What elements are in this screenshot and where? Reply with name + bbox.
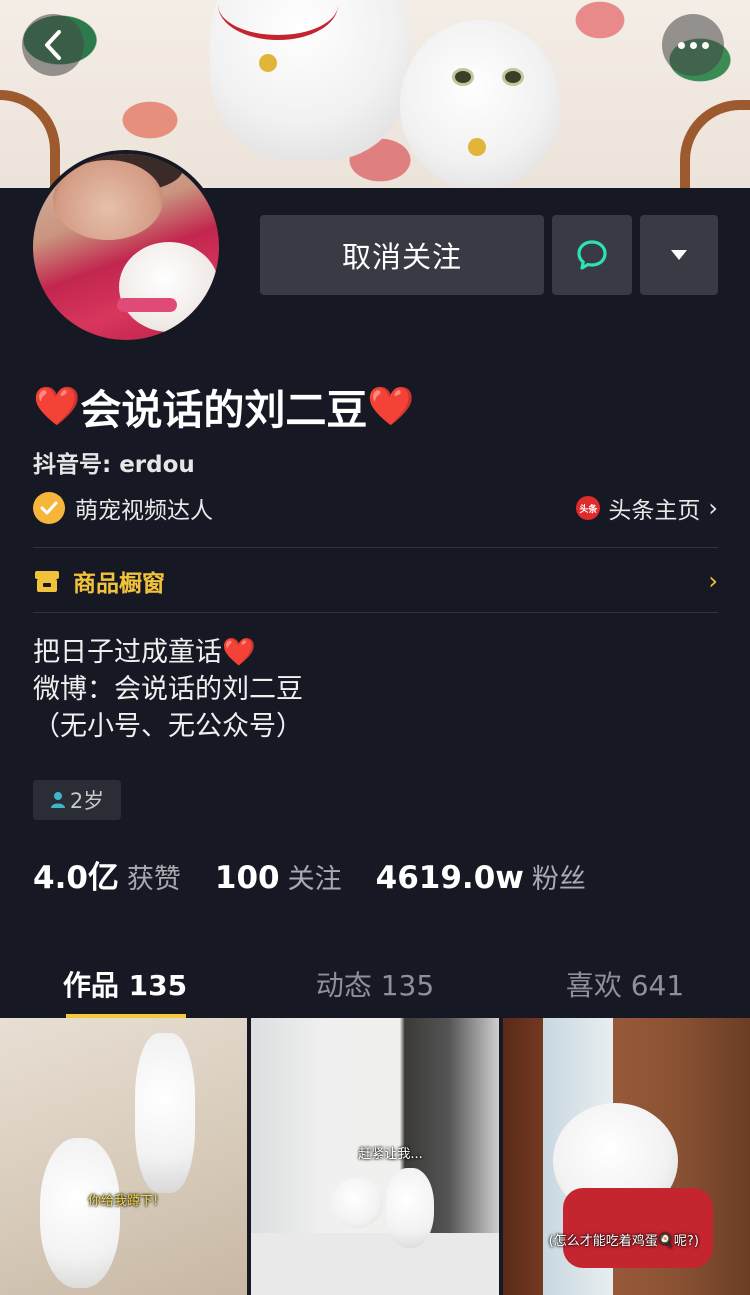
more-dots-icon: [677, 41, 709, 49]
shop-icon: [35, 571, 59, 592]
heart-icon: ❤️: [33, 384, 81, 428]
thumb-cat: [386, 1168, 435, 1248]
stat-label: 关注: [287, 864, 342, 895]
banner-cat-eye: [452, 68, 474, 86]
video-thumbnail[interactable]: 赶紧让我...: [251, 1018, 499, 1295]
verified-check-icon: [33, 492, 65, 524]
stat-following[interactable]: 100 关注: [215, 857, 342, 896]
shop-window-label: 商品橱窗: [73, 571, 165, 597]
chevron-right-icon: ›: [708, 494, 718, 522]
stat-number: 100: [214, 860, 280, 896]
bio: 把日子过成童话❤️ 微博：会说话的刘二豆 （无小号、无公众号）: [33, 634, 303, 745]
avatar-image: [33, 154, 219, 340]
thumb-cat: [331, 1178, 384, 1228]
video-caption: 你给我蹲下!: [88, 1194, 159, 1209]
stat-likes[interactable]: 4.0亿 获赞: [33, 852, 181, 897]
more-button[interactable]: [662, 14, 724, 76]
verified-badge: 萌宠视频达人: [33, 491, 213, 525]
toutiao-homepage-link[interactable]: 头条 头条主页 ›: [576, 491, 718, 525]
triangle-down-icon: [671, 250, 687, 260]
shop-window-row[interactable]: 商品橱窗 ›: [33, 558, 718, 604]
tab-works[interactable]: 作品 135: [0, 950, 250, 1018]
badge-row: 萌宠视频达人 头条 头条主页 ›: [33, 489, 718, 527]
thumb-cat: [40, 1138, 120, 1288]
divider: [33, 612, 718, 613]
stat-number: 4.0亿: [33, 860, 119, 896]
age-label: 2岁: [69, 789, 105, 813]
banner-cat-right: [400, 20, 560, 188]
divider: [33, 547, 718, 548]
video-caption: (怎么才能吃着鸡蛋🍳呢?): [548, 1234, 699, 1249]
profile-name-text: 会说话的刘二豆: [80, 386, 368, 434]
banner-bell: [468, 138, 486, 156]
stats-row: 4.0亿 获赞 100 关注 4619.0w 粉丝: [33, 852, 620, 897]
thumb-floor: [251, 1233, 499, 1295]
video-caption: 赶紧让我...: [358, 1147, 423, 1162]
person-icon: [50, 792, 65, 808]
heart-icon: ❤️: [367, 384, 415, 428]
stat-label: 粉丝: [531, 864, 586, 895]
stat-number: 4619.0w: [375, 860, 524, 896]
avatar[interactable]: [29, 150, 223, 344]
chevron-right-icon: ›: [708, 567, 718, 595]
video-thumbnail[interactable]: (怎么才能吃着鸡蛋🍳呢?): [502, 1018, 750, 1295]
thumb-cat: [135, 1033, 195, 1193]
toutiao-icon: 头条: [576, 496, 601, 520]
stat-followers[interactable]: 4619.0w 粉丝: [376, 857, 586, 896]
more-options-dropdown[interactable]: [640, 215, 718, 295]
unfollow-button[interactable]: 取消关注: [260, 215, 544, 295]
toutiao-link-label: 头条主页: [608, 498, 701, 524]
tab-likes[interactable]: 喜欢 641: [500, 950, 750, 1018]
tab-activity[interactable]: 动态 135: [250, 950, 500, 1018]
profile-name: ❤️ 会说话的刘二豆 ❤️: [33, 378, 415, 434]
banner-chair-right: [680, 100, 750, 188]
heart-icon: ❤️: [222, 637, 256, 668]
profile-tabs: 作品 135 动态 135 喜欢 641: [0, 950, 750, 1018]
chat-bubble-icon: [577, 240, 607, 270]
verified-label: 萌宠视频达人: [75, 498, 213, 524]
chevron-left-icon: [45, 30, 61, 60]
back-button[interactable]: [22, 14, 84, 76]
stat-label: 获赞: [126, 864, 181, 895]
video-grid: 你给我蹲下! 赶紧让我... (怎么才能吃着鸡蛋🍳呢?): [0, 1018, 750, 1295]
bio-line: 把日子过成童话❤️: [33, 637, 256, 668]
message-button[interactable]: [552, 215, 632, 295]
video-thumbnail[interactable]: 你给我蹲下!: [0, 1018, 248, 1295]
shop-window-label-group: 商品橱窗: [33, 564, 165, 598]
age-tag: 2岁: [33, 780, 121, 820]
douyin-id: 抖音号: erdou: [33, 452, 195, 478]
banner-bell: [259, 54, 277, 72]
bio-line: （无小号、无公众号）: [33, 711, 303, 742]
thumb-cat-sweater: [562, 1188, 713, 1268]
bio-line: 微博：会说话的刘二豆: [33, 674, 303, 705]
banner-cat-eye: [502, 68, 524, 86]
